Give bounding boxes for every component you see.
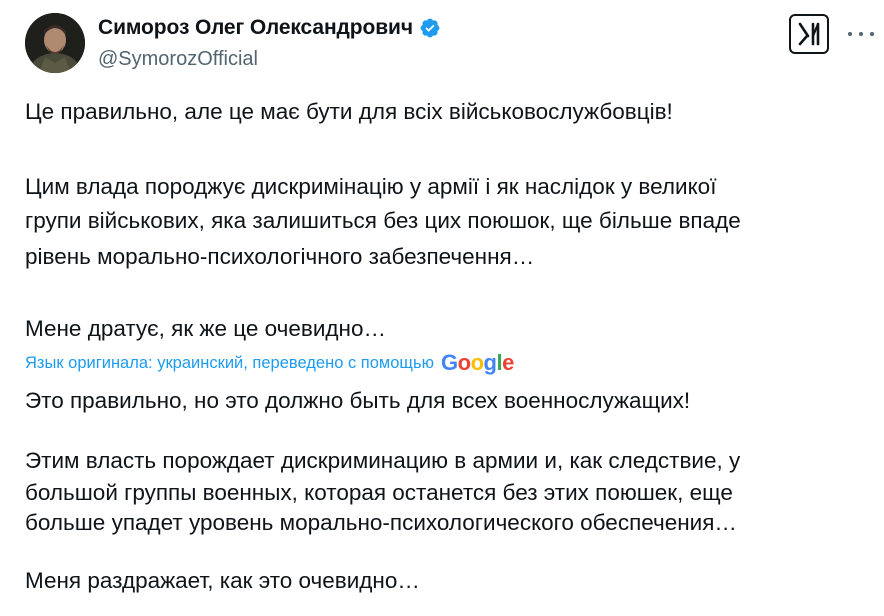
translated-text-line-1: Это правильно, но это должно быть для вс…	[25, 388, 691, 413]
x-logo-icon[interactable]	[789, 14, 829, 54]
original-text-line-3: групи військових, яка залишиться без цих…	[25, 208, 741, 233]
translated-text-line-3: большой группы военных, которая останетс…	[25, 480, 733, 505]
avatar-photo-icon	[25, 13, 85, 73]
translation-label[interactable]: Язык оригинала: украинский, переведено с…	[25, 354, 434, 373]
original-text-line-4: рівень морально-психологічного забезпече…	[25, 244, 535, 269]
more-options-icon[interactable]	[848, 24, 874, 44]
google-logo-icon: Google	[440, 350, 514, 375]
author-display-name[interactable]: Симороз Олег Олександрович	[98, 16, 413, 40]
original-text-line-1: Це правильно, але це має бути для всіх в…	[25, 99, 673, 124]
author-handle[interactable]: @SymorozOfficial	[98, 48, 258, 71]
translated-text-line-2: Этим власть порождает дискриминацию в ар…	[25, 448, 741, 473]
translated-text-line-5: Меня раздражает, как это очевидно…	[25, 568, 420, 593]
translation-note[interactable]: Язык оригинала: украинский, переведено с…	[25, 352, 514, 374]
translated-text-line-4: больше упадет уровень морально-психологи…	[25, 510, 737, 535]
tweet-card: Симороз Олег Олександрович @SymorozOffic…	[0, 0, 884, 616]
avatar[interactable]	[25, 13, 85, 73]
original-text-line-5: Мене дратує, як же це очевидно…	[25, 316, 386, 341]
verified-badge-icon[interactable]	[419, 17, 441, 39]
original-text-line-2: Цим влада породжує дискримінацію у армії…	[25, 174, 717, 199]
author-name-row[interactable]: Симороз Олег Олександрович	[98, 16, 441, 40]
